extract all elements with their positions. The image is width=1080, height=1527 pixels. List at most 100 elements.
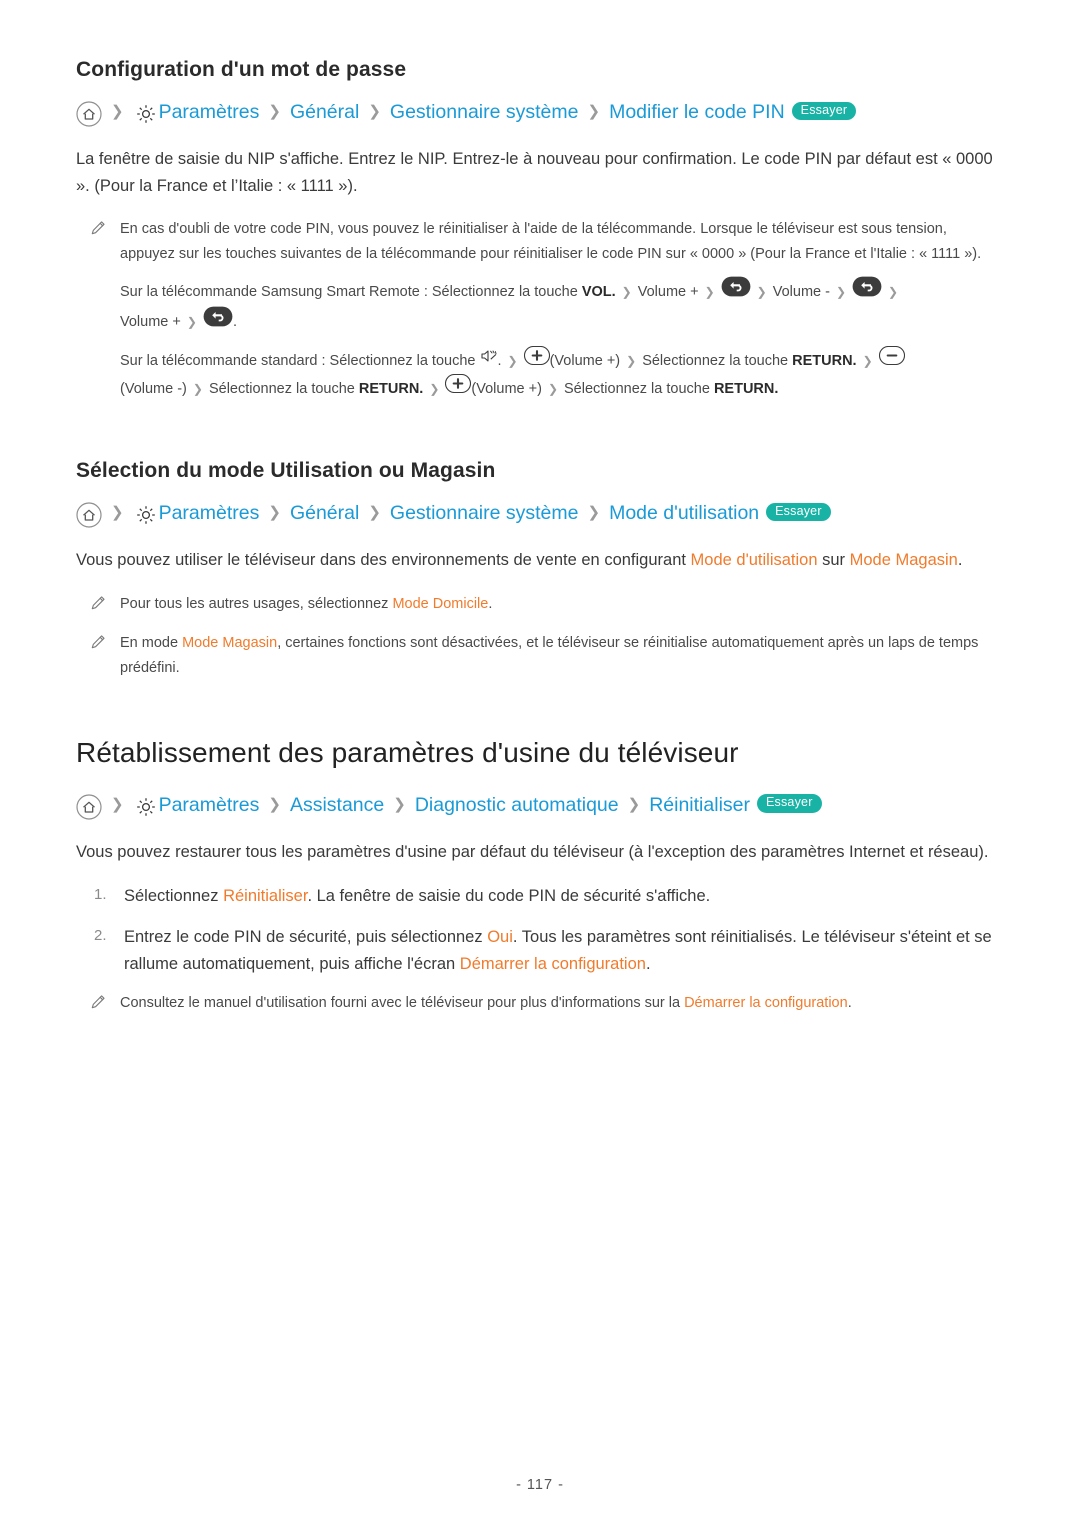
document-page: Configuration d'un mot de passe ❯ Paramè… (0, 0, 1080, 1527)
breadcrumb-seg-parametres[interactable]: Paramètres (159, 100, 260, 125)
pencil-icon (90, 592, 106, 617)
chevron-right-icon: ❯ (587, 103, 601, 121)
usage-mode-body-text: Vous pouvez utiliser le téléviseur dans … (76, 547, 1004, 574)
return-button-icon (852, 276, 882, 306)
breadcrumb-seg-gestionnaire[interactable]: Gestionnaire système (390, 501, 579, 526)
pencil-icon (90, 631, 106, 681)
chevron-right-icon: ❯ (626, 353, 637, 368)
section-title-password: Configuration d'un mot de passe (76, 58, 407, 81)
chevron-right-icon: ❯ (393, 795, 406, 813)
step2-post-2: . (645, 954, 651, 973)
step1-post: . La fenêtre de saisie du code PIN de sé… (307, 887, 711, 906)
breadcrumb-reset: ❯ Paramètres ❯ Assistance ❯ Diagnostic a… (76, 793, 1004, 820)
breadcrumb-seg-reinitialiser[interactable]: Réinitialiser (649, 793, 750, 818)
try-badge[interactable]: Essayer (791, 101, 857, 121)
chevron-right-icon: ❯ (429, 381, 440, 396)
chevron-right-icon: ❯ (268, 504, 281, 522)
chevron-right-icon: ❯ (368, 504, 381, 522)
return-button-icon (203, 306, 233, 336)
reset-body-text: Vous pouvez restaurer tous les paramètre… (76, 842, 989, 861)
gear-icon (133, 101, 159, 127)
usage-body-hl2: Mode Magasin (849, 551, 958, 570)
note-store-prefix: En mode (120, 634, 183, 651)
breadcrumb-seg-mode-utilisation[interactable]: Mode d'utilisation (609, 501, 759, 526)
step1-highlight: Réinitialiser (223, 887, 308, 906)
chevron-right-icon: ❯ (192, 381, 203, 396)
chevron-right-icon: ❯ (111, 103, 124, 121)
label-volume-plus-2: Volume + (120, 314, 181, 331)
breadcrumb-seg-parametres[interactable]: Paramètres (159, 501, 260, 526)
usage-body-1: Vous pouvez utiliser le téléviseur dans … (76, 551, 691, 570)
note-home-mode: Pour tous les autres usages, sélectionne… (76, 592, 1004, 617)
volume-up-button-icon (523, 346, 550, 374)
breadcrumb-seg-general[interactable]: Général (290, 501, 359, 526)
label-volume-plus-3: (Volume +) (549, 352, 621, 369)
label-volume-minus: Volume - (772, 284, 830, 301)
note-line-1: En cas d'oubli de votre code PIN, vous p… (120, 221, 982, 263)
try-badge[interactable]: Essayer (757, 794, 822, 813)
breadcrumb-seg-diagnostic[interactable]: Diagnostic automatique (415, 793, 619, 818)
gear-icon (133, 502, 159, 528)
breadcrumb-seg-assistance[interactable]: Assistance (290, 793, 384, 818)
chevron-right-icon: ❯ (368, 103, 381, 121)
key-vol: VOL. (581, 284, 616, 301)
chevron-right-icon: ❯ (547, 381, 558, 396)
chevron-right-icon: ❯ (268, 103, 281, 121)
chapter-title-factory-reset: Rétablissement des paramètres d'usine du… (76, 736, 739, 768)
mute-icon (480, 348, 498, 373)
gear-icon (133, 794, 159, 820)
key-return-1: RETURN. (792, 352, 857, 369)
reset-steps-list: Sélectionnez Réinitialiser. La fenêtre d… (76, 883, 1004, 977)
note-home-suffix: . (488, 595, 493, 612)
home-icon (76, 502, 102, 528)
usage-body-3: . (957, 551, 963, 570)
note-line-2-prefix: Sur la télécommande Samsung Smart Remote… (120, 284, 582, 301)
key-return-2: RETURN. (358, 380, 424, 397)
password-body-text: La fenêtre de saisie du NIP s'affiche. E… (76, 150, 993, 195)
step1-pre: Sélectionnez (124, 887, 224, 906)
usage-body-hl1: Mode d'utilisation (690, 551, 818, 570)
note-manual: Consultez le manuel d'utilisation fourni… (76, 991, 1004, 1016)
chevron-right-icon: ❯ (756, 285, 767, 300)
note-pin-reset: En cas d'oubli de votre code PIN, vous p… (76, 217, 1004, 403)
chevron-right-icon: ❯ (627, 795, 641, 813)
note-line-3-prefix: Sur la télécommande standard : Sélection… (120, 352, 480, 369)
chevron-right-icon: ❯ (587, 504, 601, 522)
try-badge[interactable]: Essayer (766, 502, 831, 522)
return-button-icon (721, 276, 751, 306)
breadcrumb-seg-gestionnaire[interactable]: Gestionnaire système (390, 100, 579, 125)
volume-down-button-icon (878, 346, 905, 374)
label-select-2: Sélectionnez la touche (208, 380, 355, 397)
chevron-right-icon: ❯ (111, 504, 124, 522)
note-line-2: Sur la télécommande Samsung Smart Remote… (120, 276, 1004, 337)
label-select-3: Sélectionnez la touche (564, 380, 710, 397)
chevron-right-icon: ❯ (268, 795, 281, 813)
chevron-right-icon: ❯ (835, 285, 847, 300)
note-manual-suffix: . (847, 995, 852, 1012)
chevron-right-icon: ❯ (704, 285, 715, 300)
label-volume-plus-1: Volume + (637, 284, 699, 301)
chevron-right-icon: ❯ (862, 353, 873, 368)
label-volume-minus-2: (Volume -) (120, 380, 187, 397)
pencil-icon (90, 991, 106, 1016)
note-home-prefix: Pour tous les autres usages, sélectionne… (120, 595, 393, 612)
breadcrumb-seg-parametres[interactable]: Paramètres (159, 793, 260, 818)
key-return-3: RETURN. (713, 380, 779, 397)
chevron-right-icon: ❯ (186, 315, 197, 330)
breadcrumb-seg-general[interactable]: Général (290, 100, 359, 125)
note-home-highlight: Mode Domicile (392, 595, 489, 612)
note-line-3: Sur la télécommande standard : Sélection… (120, 346, 1004, 403)
note-manual-highlight: Démarrer la configuration (684, 995, 848, 1012)
breadcrumb-seg-modifier-pin[interactable]: Modifier le code PIN (609, 100, 785, 125)
note-store-mode: En mode Mode Magasin, certaines fonction… (76, 631, 1004, 681)
note-store-highlight: Mode Magasin (182, 634, 278, 651)
step2-pre: Entrez le code PIN de sécurité, puis sél… (124, 928, 488, 947)
step2-highlight: Oui (487, 928, 513, 947)
volume-up-button-icon (445, 374, 472, 402)
page-number: - 117 - (516, 1477, 564, 1493)
pencil-icon (90, 217, 106, 403)
home-icon (76, 101, 102, 127)
usage-body-2: sur (817, 551, 850, 570)
chevron-right-icon: ❯ (621, 285, 632, 300)
breadcrumb-password: ❯ Paramètres ❯ Général ❯ Gestionnaire sy… (76, 100, 1004, 127)
